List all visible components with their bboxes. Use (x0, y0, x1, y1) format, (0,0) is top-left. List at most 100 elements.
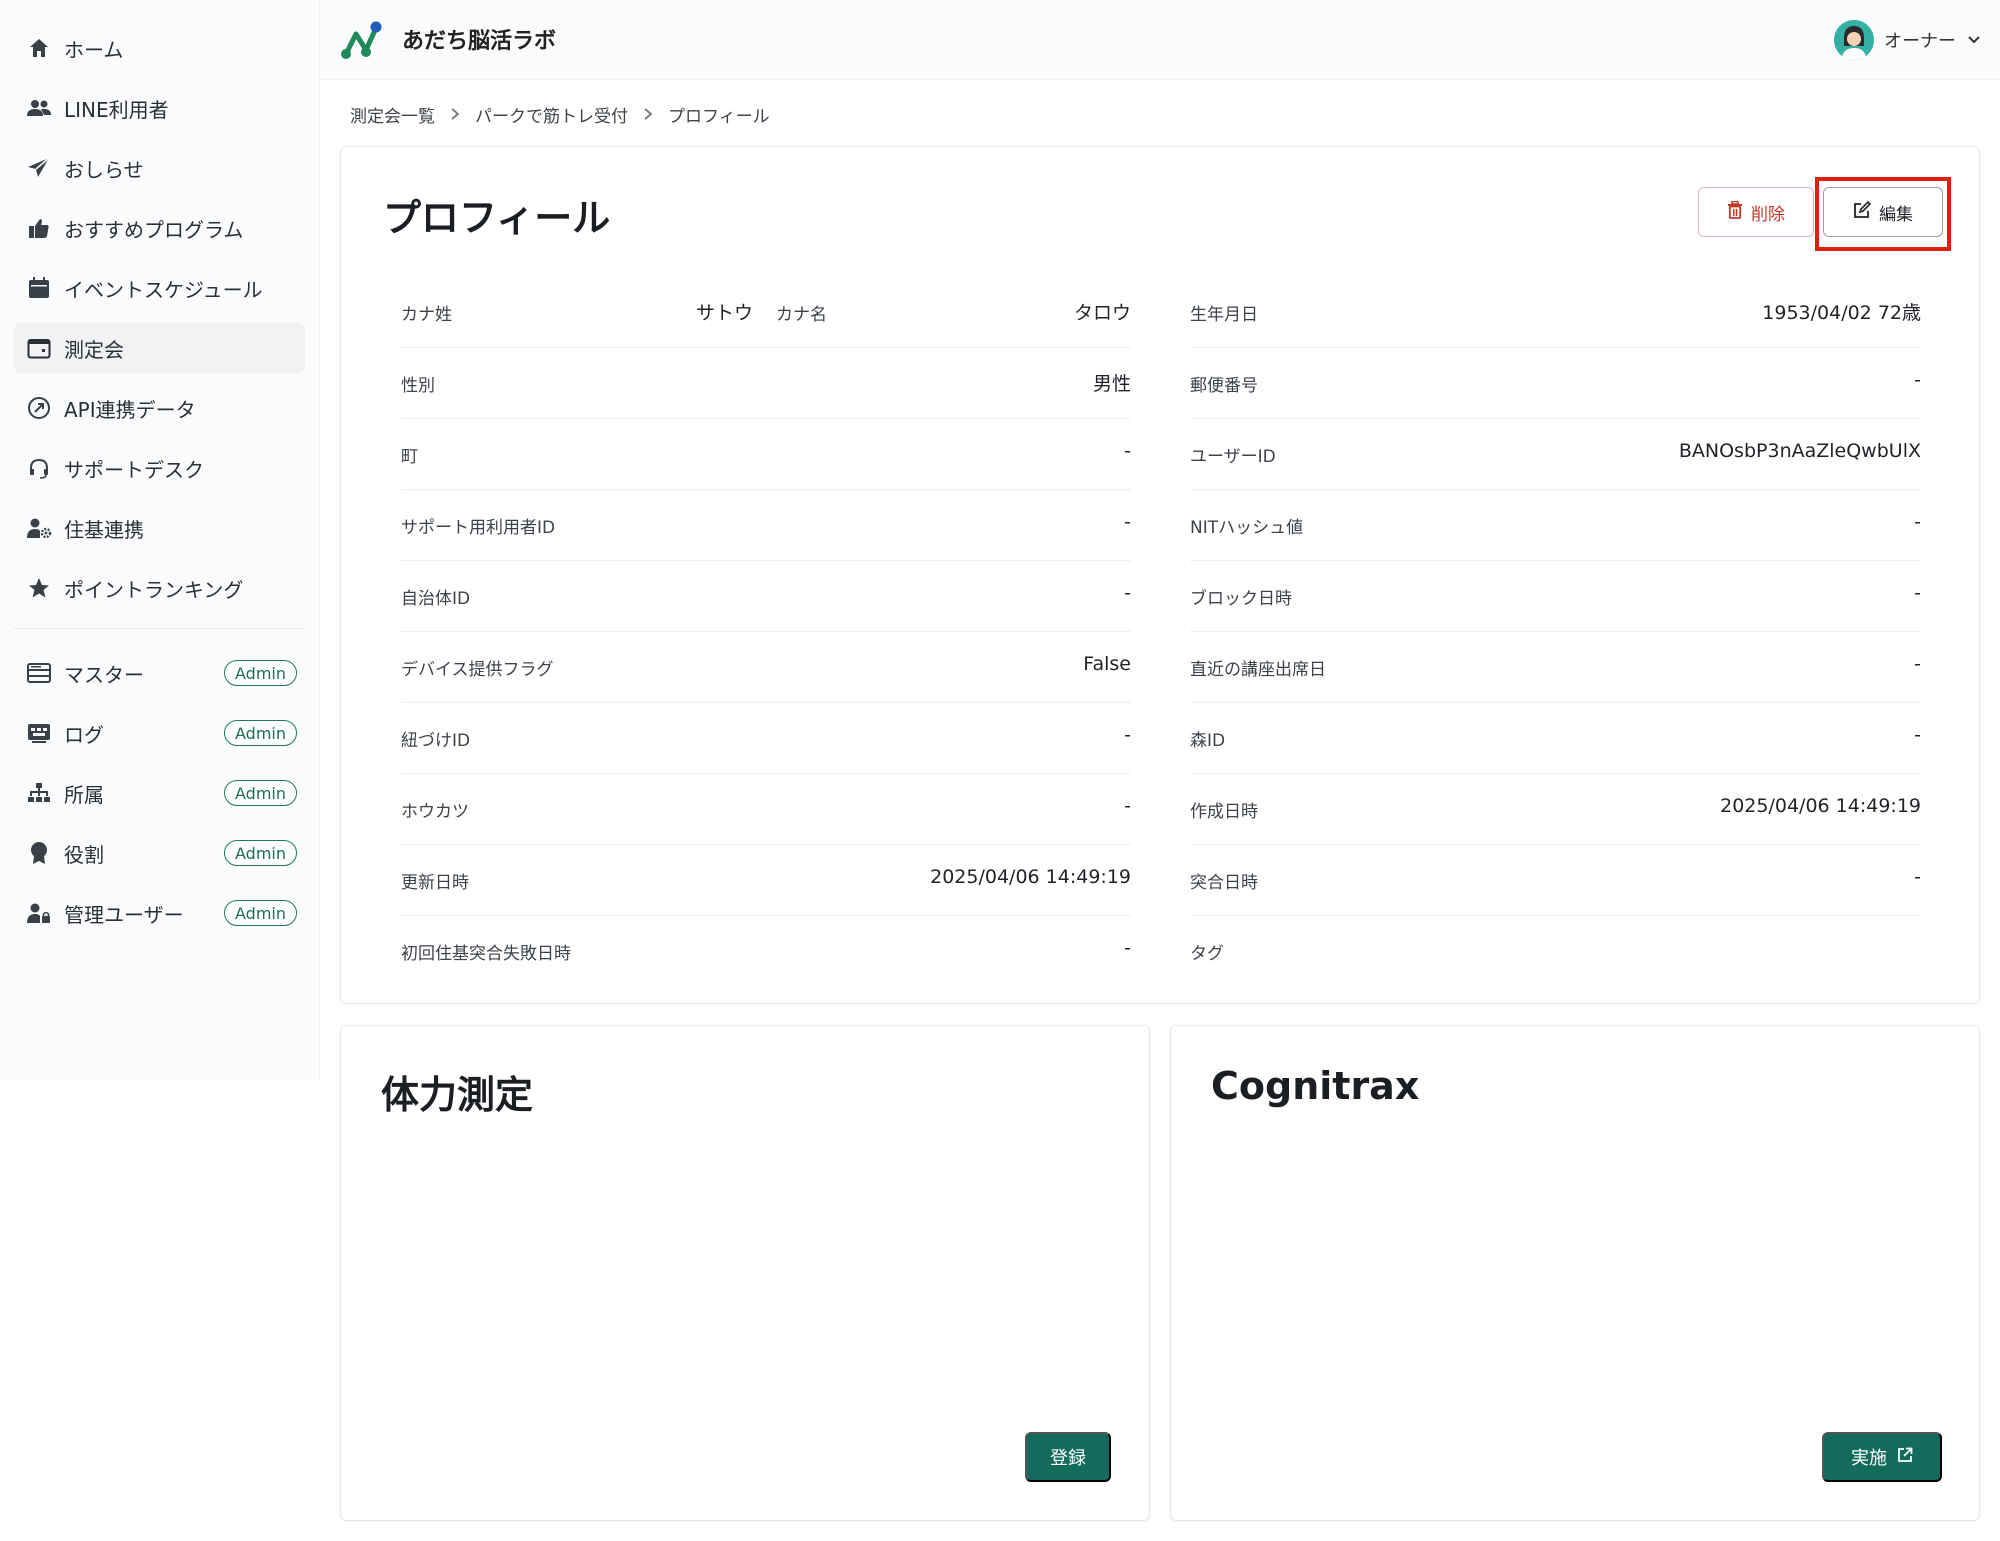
field-value: BANOsbP3nAaZleQwbUlX (1678, 440, 1921, 462)
profile-row: 性別 男性 (401, 348, 1131, 419)
field-value: - (1124, 440, 1131, 462)
field-label: 町 (401, 447, 418, 467)
admin-badge: Admin (224, 720, 297, 746)
field-label: ホウカツ (401, 802, 469, 822)
sidebar-item-event-schedule[interactable]: イベントスケジュール (14, 262, 305, 314)
field-label: タグ (1190, 944, 1224, 964)
trash-icon (1727, 200, 1743, 224)
profile-row: 初回住基突合失敗日時 - (401, 916, 1131, 987)
field-value: 1953/04/02 72歳 (1762, 302, 1921, 324)
log-icon (26, 721, 52, 745)
sidebar-item-label: ログ (64, 722, 104, 747)
field-value: - (1124, 511, 1131, 533)
breadcrumb: 測定会一覧 パークで筋トレ受付 プロフィール (350, 100, 770, 128)
sidebar-item-label: 管理ユーザー (64, 902, 184, 927)
sidebar-item-affiliation[interactable]: 所属 Admin (14, 767, 305, 819)
breadcrumb-item[interactable]: 測定会一覧 (350, 102, 435, 127)
sidebar-item-point-ranking[interactable]: ポイントランキング (14, 562, 305, 614)
sidebar-item-label: 役割 (64, 842, 104, 867)
profile-right-column: 生年月日 1953/04/02 72歳 郵便番号 - ユーザーID BANOsb… (1190, 277, 1921, 987)
paper-plane-icon (26, 156, 52, 180)
sidebar-item-home[interactable]: ホーム (14, 22, 305, 74)
field-value: タロウ (1073, 302, 1131, 324)
field-label: NITハッシュ値 (1190, 518, 1304, 538)
run-button[interactable]: 実施 (1822, 1432, 1942, 1482)
sidebar-item-label: API連携データ (64, 397, 196, 422)
field-value: サトウ (696, 302, 754, 324)
sidebar-item-label: イベントスケジュール (64, 277, 263, 302)
sidebar-item-label: LINE利用者 (64, 97, 169, 122)
profile-left-column: カナ姓 サトウ カナ名 タロウ 性別 男性 町 - サポート用利用者ID - 自… (401, 277, 1131, 987)
profile-row-kana: カナ姓 サトウ カナ名 タロウ (401, 277, 1131, 348)
profile-row: 直近の講座出席日 - (1190, 632, 1921, 703)
sidebar-item-line-users[interactable]: LINE利用者 (14, 82, 305, 134)
calendar-blank-icon (26, 336, 52, 360)
chevron-right-icon (435, 107, 475, 121)
field-label: サポート用利用者ID (401, 518, 556, 538)
edit-button-highlight (1815, 177, 1951, 251)
sidebar-item-juki[interactable]: 住基連携 (14, 502, 305, 554)
sidebar-item-programs[interactable]: おすすめプログラム (14, 202, 305, 254)
sidebar-item-label: ホーム (64, 37, 124, 62)
field-value: - (1914, 511, 1921, 533)
profile-row: 生年月日 1953/04/02 72歳 (1190, 277, 1921, 348)
sidebar-item-notices[interactable]: おしらせ (14, 142, 305, 194)
profile-row: タグ (1190, 916, 1921, 987)
field-label: 生年月日 (1190, 305, 1258, 325)
app-logo-icon[interactable] (340, 20, 384, 62)
profile-row: 町 - (401, 419, 1131, 490)
sidebar-item-measurement[interactable]: 測定会 (14, 322, 305, 374)
external-link-icon (1897, 1447, 1913, 1468)
fitness-title: 体力測定 (381, 1073, 534, 1117)
field-value: - (1124, 582, 1131, 604)
admin-badge: Admin (224, 840, 297, 866)
sidebar-item-log[interactable]: ログ Admin (14, 707, 305, 759)
admin-badge: Admin (224, 660, 297, 686)
admin-badge: Admin (224, 900, 297, 926)
users-icon (26, 96, 52, 120)
field-value: 2025/04/06 14:49:19 (1720, 795, 1921, 817)
sidebar-item-support-desk[interactable]: サポートデスク (14, 442, 305, 494)
calendar-icon (26, 276, 52, 300)
sidebar-item-role[interactable]: 役割 Admin (14, 827, 305, 879)
profile-row: デバイス提供フラグ False (401, 632, 1131, 703)
delete-button[interactable]: 削除 (1698, 187, 1814, 237)
field-label: ブロック日時 (1190, 589, 1292, 609)
profile-row: 森ID - (1190, 703, 1921, 774)
sidebar-item-label: 住基連携 (64, 517, 144, 542)
run-button-label: 実施 (1851, 1448, 1887, 1468)
sidebar: ホーム LINE利用者 おしらせ おすすめプログラム イベントスケジュール 測定… (0, 0, 320, 1080)
field-value: 男性 (1092, 373, 1131, 395)
sidebar-item-admin-users[interactable]: 管理ユーザー Admin (14, 887, 305, 939)
field-value: - (1914, 653, 1921, 675)
field-value: - (1914, 369, 1921, 391)
profile-row: 郵便番号 - (1190, 348, 1921, 419)
field-value: - (1124, 795, 1131, 817)
fitness-card: 体力測定 登録 (340, 1025, 1150, 1521)
avatar (1834, 20, 1874, 60)
org-chart-icon (26, 781, 52, 805)
sidebar-item-api-data[interactable]: API連携データ (14, 382, 305, 434)
field-label: カナ姓 (401, 305, 452, 325)
field-label: 直近の講座出席日 (1190, 660, 1326, 680)
field-value: 2025/04/06 14:49:19 (930, 866, 1131, 888)
star-icon (26, 576, 52, 600)
profile-row: サポート用利用者ID - (401, 490, 1131, 561)
register-button[interactable]: 登録 (1025, 1432, 1111, 1482)
breadcrumb-current: プロフィール (668, 106, 770, 127)
top-header: あだち脳活ラボ オーナー (320, 0, 2000, 80)
sidebar-item-label: サポートデスク (64, 457, 204, 482)
api-icon (26, 396, 52, 420)
cognitrax-title: Cognitrax (1211, 1064, 1420, 1108)
chevron-down-icon[interactable] (1966, 31, 1982, 50)
sidebar-item-label: おすすめプログラム (64, 217, 244, 242)
user-menu[interactable]: オーナー (1834, 20, 1982, 60)
field-value: - (1914, 582, 1921, 604)
profile-row: 紐づけID - (401, 703, 1131, 774)
sidebar-item-master[interactable]: マスター Admin (14, 647, 305, 699)
breadcrumb-item[interactable]: パークで筋トレ受付 (475, 102, 628, 127)
field-label: カナ名 (776, 305, 827, 325)
user-lock-icon (26, 901, 52, 925)
field-label: 作成日時 (1190, 802, 1258, 822)
field-label: 自治体ID (401, 589, 471, 609)
